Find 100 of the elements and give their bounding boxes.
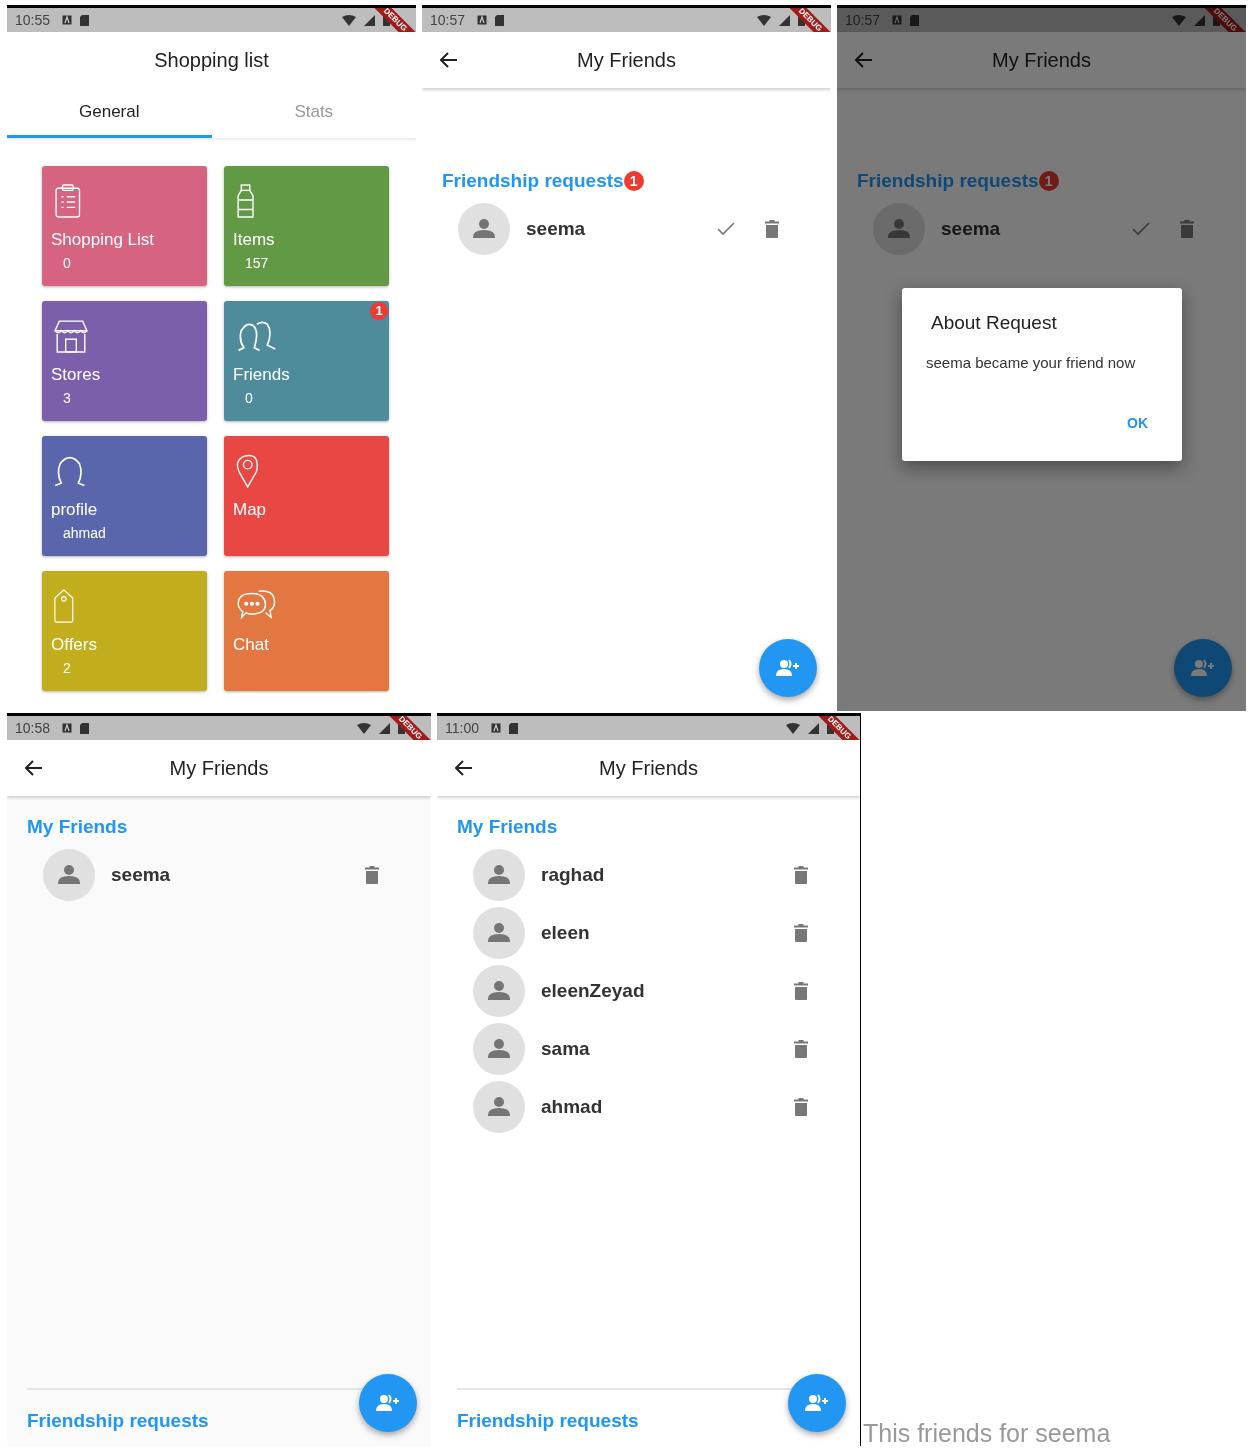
bottle-icon <box>236 184 256 218</box>
add-friend-button[interactable] <box>759 639 817 697</box>
section-title: Friendship requests <box>442 170 624 192</box>
add-friend-button[interactable] <box>1174 639 1232 697</box>
tile-label: Shopping List <box>51 230 155 250</box>
tile-label: Chat <box>233 635 269 655</box>
delete-icon[interactable] <box>1180 220 1194 238</box>
friend-name: seema <box>111 864 171 886</box>
store-icon <box>54 319 88 353</box>
tile-count: 2 <box>63 660 71 676</box>
app-title: Shopping list <box>154 48 269 72</box>
add-person-icon <box>1191 659 1215 677</box>
avatar-icon <box>873 203 925 255</box>
accept-check-icon[interactable] <box>1132 222 1150 236</box>
notification-icon <box>892 15 903 25</box>
status-time: 10:55 <box>15 12 51 28</box>
dashboard-tile[interactable]: Map <box>224 436 389 556</box>
signal-icon <box>779 14 790 26</box>
sd-card-icon <box>910 14 920 26</box>
friend-name: raghad <box>541 864 605 886</box>
friend-name: ahmad <box>541 1096 603 1118</box>
friendship-requests-link[interactable]: Friendship requests <box>457 1410 639 1432</box>
tile-label: Offers <box>51 635 97 655</box>
delete-icon[interactable] <box>794 924 808 942</box>
tab[interactable]: General <box>7 88 212 138</box>
delete-icon[interactable] <box>794 866 808 884</box>
status-time: 10:57 <box>430 12 466 28</box>
add-friend-button[interactable] <box>359 1374 417 1432</box>
ok-button[interactable]: OK <box>1123 413 1152 433</box>
avatar-icon <box>473 907 525 959</box>
back-arrow-icon[interactable] <box>455 760 473 776</box>
tile-count: 3 <box>63 390 71 406</box>
signal-icon <box>364 14 375 26</box>
tile-count: 0 <box>245 390 253 406</box>
app-title: My Friends <box>577 48 676 72</box>
accept-check-icon[interactable] <box>717 222 735 236</box>
section-title: Friendship requests <box>857 170 1039 192</box>
count-badge: 1 <box>623 171 644 191</box>
signal-icon <box>379 722 390 734</box>
app-title: My Friends <box>599 756 698 780</box>
notification-badge: 1 <box>370 302 388 320</box>
section-title: My Friends <box>27 816 128 838</box>
friend-name: eleenZeyad <box>541 980 645 1002</box>
clipboard-icon <box>54 184 82 218</box>
wifi-icon <box>1172 14 1186 26</box>
avatar-icon <box>43 849 95 901</box>
caption-text: This friends for seema <box>863 1421 1111 1446</box>
delete-icon[interactable] <box>765 220 779 238</box>
status-time: 11:00 <box>445 720 479 736</box>
add-person-icon <box>805 1394 829 1412</box>
wifi-icon <box>342 14 356 26</box>
back-arrow-icon[interactable] <box>440 52 458 68</box>
tile-label: Friends <box>233 365 290 385</box>
count-badge: 1 <box>1038 171 1059 191</box>
sd-card-icon <box>80 14 90 26</box>
friendship-requests-link[interactable]: Friendship requests <box>27 1410 209 1432</box>
dashboard-tile[interactable]: Friends 0 1 <box>224 301 389 421</box>
dashboard-tile[interactable]: Shopping List 0 <box>42 166 207 286</box>
wifi-icon <box>357 722 371 734</box>
tile-count: 157 <box>245 255 269 271</box>
delete-icon[interactable] <box>794 982 808 1000</box>
wifi-icon <box>786 722 800 734</box>
tag-icon <box>54 589 74 623</box>
notification-icon <box>477 15 488 25</box>
tile-count: 0 <box>63 255 71 271</box>
avatar-icon <box>473 1023 525 1075</box>
delete-icon[interactable] <box>794 1098 808 1116</box>
tab[interactable]: Stats <box>211 88 416 138</box>
tile-label: profile <box>51 500 98 520</box>
delete-icon[interactable] <box>794 1040 808 1058</box>
status-time: 10:58 <box>15 720 51 736</box>
notification-icon <box>62 15 73 25</box>
dialog-title: About Request <box>931 312 1057 334</box>
dashboard-tile[interactable]: Chat <box>224 571 389 691</box>
add-friend-button[interactable] <box>788 1374 846 1432</box>
chat-bubbles-icon <box>236 589 277 623</box>
avatar-icon <box>458 203 510 255</box>
tile-label: Map <box>233 500 267 520</box>
section-title: My Friends <box>457 816 558 838</box>
location-pin-icon <box>236 454 260 488</box>
dashboard-tile[interactable]: profile ahmad <box>42 436 207 556</box>
avatar-icon <box>473 1081 525 1133</box>
dialog-message: seema became your friend now <box>926 354 1136 371</box>
delete-icon[interactable] <box>365 866 379 884</box>
friend-name: seema <box>526 218 586 240</box>
sd-card-icon <box>80 722 90 734</box>
notification-icon <box>491 723 501 733</box>
dashboard-tile[interactable]: Stores 3 <box>42 301 207 421</box>
avatar-icon <box>473 849 525 901</box>
wifi-icon <box>757 14 771 26</box>
person-icon <box>54 454 86 488</box>
add-person-icon <box>376 1394 400 1412</box>
back-arrow-icon[interactable] <box>25 760 43 776</box>
signal-icon <box>808 722 819 734</box>
add-person-icon <box>776 659 800 677</box>
sd-card-icon <box>495 14 505 26</box>
tile-label: Stores <box>51 365 101 385</box>
dashboard-tile[interactable]: Items 157 <box>224 166 389 286</box>
dashboard-tile[interactable]: Offers 2 <box>42 571 207 691</box>
app-title: My Friends <box>992 48 1091 72</box>
